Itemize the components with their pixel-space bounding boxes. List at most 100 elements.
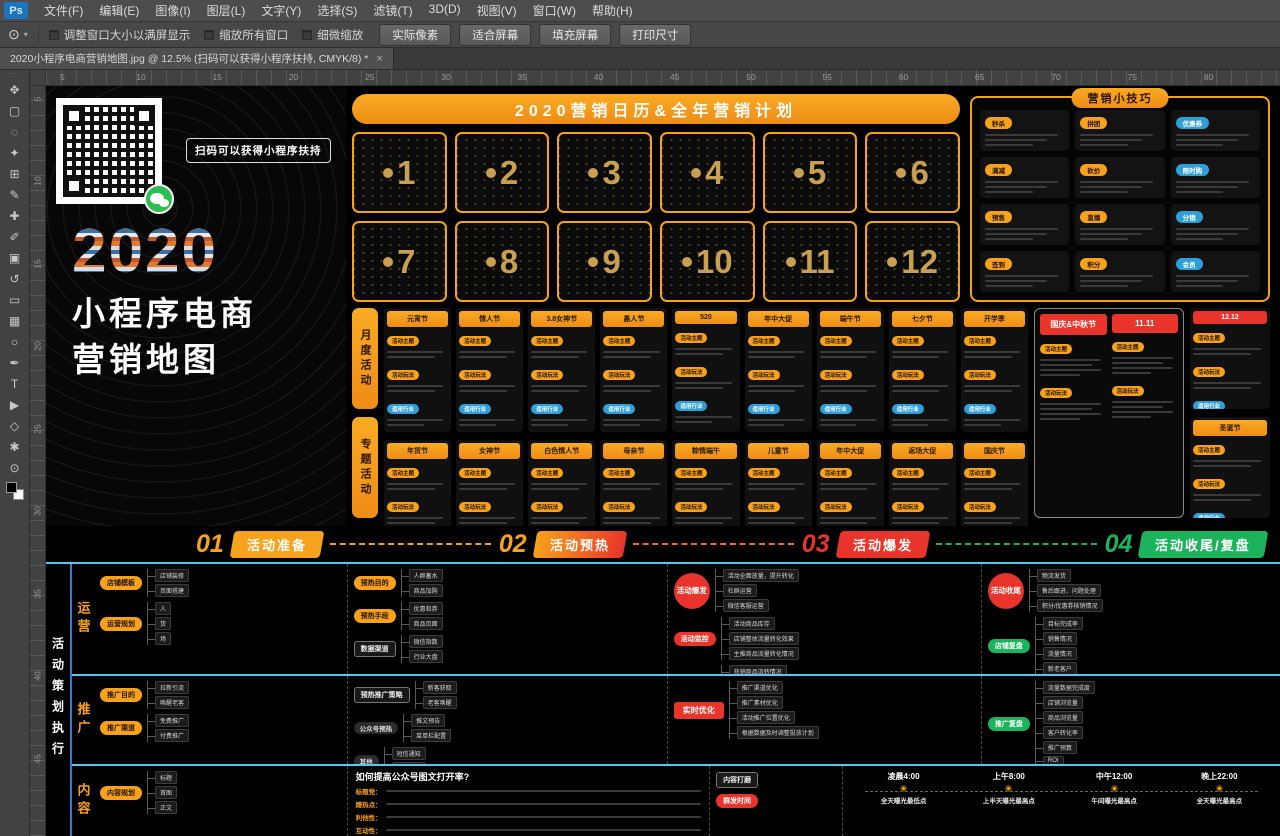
ruler-mark: 45: [670, 70, 746, 85]
ruler-mark: 15: [30, 259, 45, 341]
field-chip: 活动主题: [820, 336, 852, 346]
menu-item[interactable]: 窗口(W): [525, 0, 584, 21]
zoom-tool[interactable]: ⊙: [3, 457, 27, 478]
zoom-action-button[interactable]: 适合屏幕: [459, 24, 531, 46]
pen-tool[interactable]: ✒: [3, 352, 27, 373]
timeline-time: 中午12:00: [1096, 771, 1132, 782]
festival-column: 11.11 活动主题 活动玩法: [1112, 314, 1179, 512]
timeline-point: 中午12:00 午间曝光最高点: [1061, 771, 1166, 831]
history-brush-tool[interactable]: ↺: [3, 268, 27, 289]
mindmap-root: 推广复盘: [988, 717, 1030, 731]
eyedropper-tool[interactable]: ✎: [3, 184, 27, 205]
activity-name: 愚人节: [603, 311, 664, 327]
document-tab-bar: 2020小程序电商营销地图.jpg @ 12.5% (扫码可以获得小程序扶持, …: [0, 48, 1280, 70]
tool-list: ✥▢◌✦⊞✎✚✐▣↺▭▦○✒T▶◇✱⊙: [3, 79, 27, 478]
gradient-tool[interactable]: ▦: [3, 310, 27, 331]
mindmap-root: 店铺复盘: [988, 639, 1030, 653]
option-checkbox[interactable]: 细微缩放: [302, 27, 363, 43]
menu-item[interactable]: 文件(F): [36, 0, 91, 21]
mindmap-item: 老客唤醒: [423, 696, 457, 709]
execution-section: 活动策划执行 运营 店铺模板店铺装修页面搭建运营规划人货场 预热目的人群蓄水商品…: [46, 562, 1280, 836]
qr-caption: 扫码可以获得小程序扶持: [186, 138, 331, 163]
menu-item[interactable]: 图层(L): [199, 0, 254, 21]
send-time-label: 群发时间: [716, 794, 758, 808]
tip-chip: 满减: [985, 164, 1012, 176]
tip-chip: 积分: [1080, 258, 1107, 270]
mindmap-item: 推广预算: [1043, 741, 1077, 754]
clone-stamp-tool[interactable]: ▣: [3, 247, 27, 268]
document-tab[interactable]: 2020小程序电商营销地图.jpg @ 12.5% (扫码可以获得小程序扶持, …: [0, 48, 394, 69]
field-chip: 活动主题: [459, 336, 491, 346]
mindmap: 店铺模板店铺装修页面搭建: [100, 569, 341, 597]
menu-item[interactable]: 滤镜(T): [365, 0, 420, 21]
menu-item[interactable]: 选择(S): [309, 0, 365, 21]
hand-tool[interactable]: ✱: [3, 436, 27, 457]
mindmap-root: 其他: [354, 755, 379, 764]
zoom-action-button[interactable]: 填充屏幕: [539, 24, 611, 46]
menu-item[interactable]: 图像(I): [147, 0, 198, 21]
marquee-tool[interactable]: ▢: [3, 100, 27, 121]
option-checkbox[interactable]: 缩放所有窗口: [204, 27, 288, 43]
month-card: 3: [557, 132, 652, 213]
blur-tool[interactable]: ○: [3, 331, 27, 352]
phase-number: 04: [1105, 532, 1133, 557]
menu-item[interactable]: 帮助(H): [584, 0, 641, 21]
menu-item[interactable]: 视图(V): [469, 0, 525, 21]
send-time-timeline: 凌晨4:00 全天曝光最低点 上午8:00 上半天曝光: [843, 766, 1280, 836]
eraser-tool[interactable]: ▭: [3, 289, 27, 310]
option-checkbox[interactable]: 调整窗口大小以满屏显示: [49, 27, 191, 43]
mindmap-item: 新老客户: [1043, 662, 1077, 674]
lasso-tool[interactable]: ◌: [3, 121, 27, 142]
workspace: :::: ✥▢◌✦⊞✎✚✐▣↺▭▦○✒T▶◇✱⊙ 510152025303540…: [0, 70, 1280, 836]
activity-card: 愚人节 活动主题 活动玩法 适用行业: [600, 308, 667, 432]
menu-item[interactable]: 编辑(E): [91, 0, 147, 21]
crop-tool[interactable]: ⊞: [3, 163, 27, 184]
ruler-mark: 40: [30, 671, 45, 753]
field-chip: 适用行业: [748, 404, 780, 414]
close-icon[interactable]: ×: [376, 53, 382, 65]
path-selection-tool[interactable]: ▶: [3, 394, 27, 415]
brush-tool[interactable]: ✐: [3, 226, 27, 247]
mindmap-root: 运营规划: [100, 617, 142, 631]
tip-chip: 分销: [1176, 211, 1203, 223]
ruler-mark: 15: [213, 70, 289, 85]
foreground-color-swatch[interactable]: [6, 482, 17, 493]
mindmap-item: 免费推广: [155, 714, 189, 727]
type-tool[interactable]: T: [3, 373, 27, 394]
tip-card: 秒杀: [980, 110, 1069, 151]
mindmap-item: 标题: [155, 771, 177, 784]
mindmap-item: 微信客服运营: [723, 599, 769, 612]
field-chip: 适用行业: [603, 404, 635, 414]
mindmap-item: 流量数据完成度: [1043, 681, 1095, 694]
color-swatches[interactable]: [6, 482, 24, 500]
healing-brush-tool[interactable]: ✚: [3, 205, 27, 226]
panel-grip-icon[interactable]: ::::: [9, 72, 21, 79]
field-chip: 活动主题: [1112, 342, 1144, 352]
zoom-action-button[interactable]: 实际像素: [379, 24, 451, 46]
zoom-tool-preset[interactable]: ⊙ ▾: [8, 26, 39, 43]
shape-tool[interactable]: ◇: [3, 415, 27, 436]
activity-name: 国庆节: [964, 443, 1025, 459]
side-label: 活动策划执行: [46, 564, 72, 836]
month-card: 7: [352, 221, 447, 302]
row-label-content: 内容: [72, 766, 94, 836]
tip-chip: 拼团: [1080, 117, 1107, 129]
menu-item[interactable]: 文字(Y): [253, 0, 309, 21]
activity-name: 端午节: [820, 311, 881, 327]
move-tool[interactable]: ✥: [3, 79, 27, 100]
tip-card: 签到: [980, 251, 1069, 292]
document-canvas[interactable]: 扫码可以获得小程序扶持 2020 小程序电商 营销地图: [46, 86, 1280, 836]
mindmap-children: 物流发货售后跟进、问题处理积分/优惠券核销情况: [1029, 569, 1103, 612]
zoom-action-buttons: 实际像素适合屏幕填充屏幕打印尺寸: [379, 24, 691, 46]
menu-item[interactable]: 3D(D): [421, 0, 469, 21]
mindmap-item: 店铺整体流量转化效果: [729, 632, 799, 645]
magic-wand-tool[interactable]: ✦: [3, 142, 27, 163]
mindmap-children: 活动商品库存店铺整体流量转化效果主推商品流量转化情况: [721, 617, 799, 660]
mindmap-children: 人货场: [147, 602, 171, 645]
zoom-action-button[interactable]: 打印尺寸: [619, 24, 691, 46]
mindmap-item: 行业大盘: [409, 650, 443, 663]
month-number: 1: [383, 154, 415, 192]
timeline-point: 晚上22:00 全天曝光最高点: [1167, 771, 1272, 831]
mindmap-item: 正文: [155, 801, 177, 814]
month-number: 10: [682, 243, 733, 281]
